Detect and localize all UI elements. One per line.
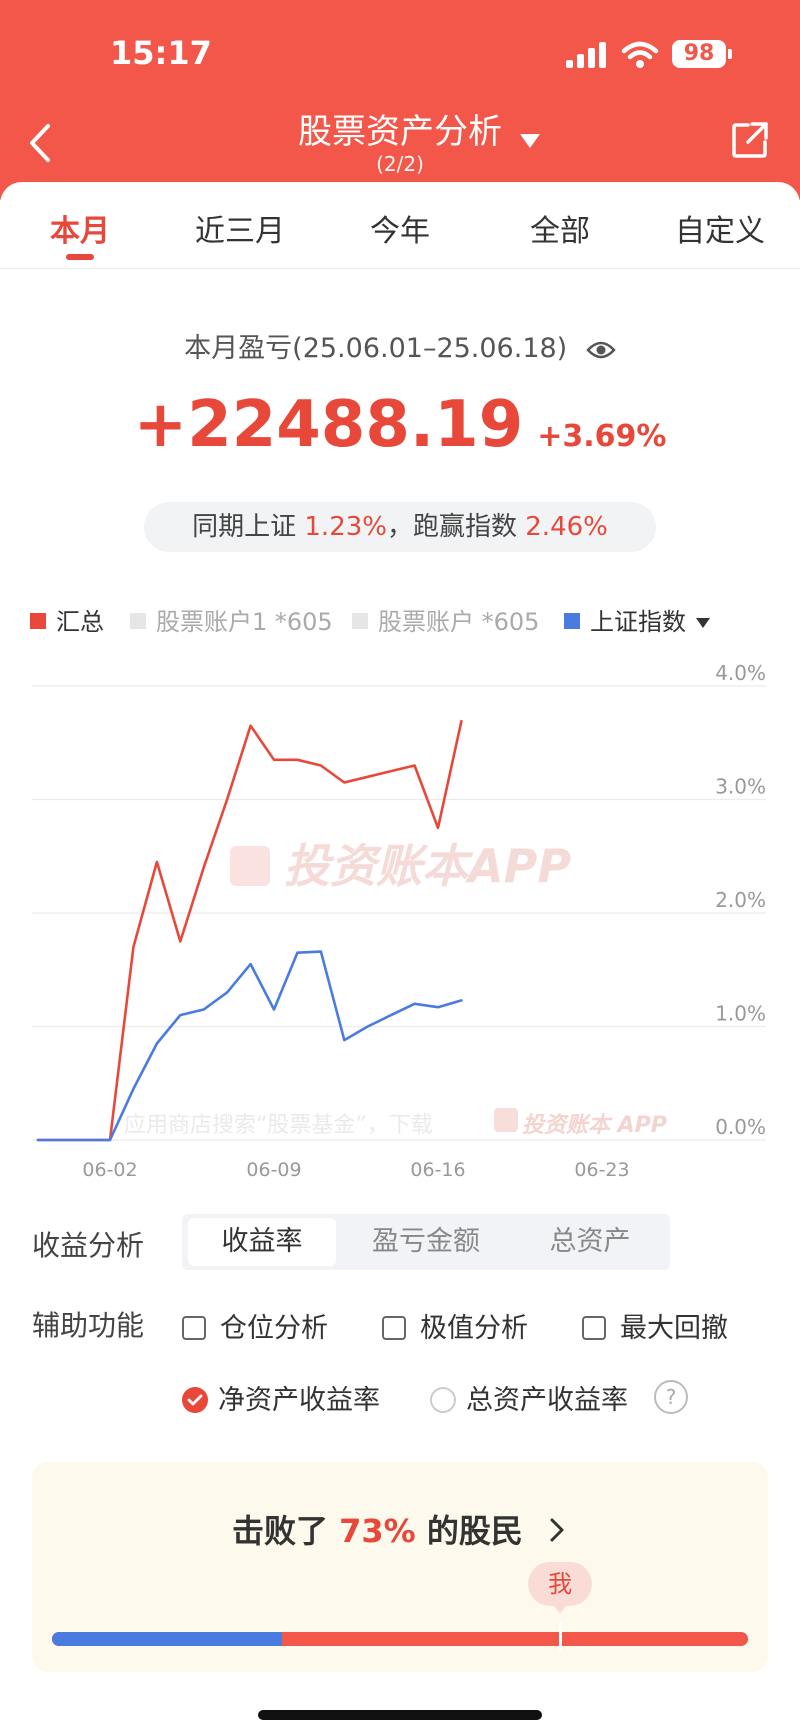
- radio-label-net: 净资产收益率: [218, 1385, 380, 1416]
- x-tick-label: 06-16: [410, 1159, 465, 1181]
- legend-label-shanghai-index: 上证指数: [590, 608, 686, 636]
- checkbox-box-drawdown[interactable]: [582, 1315, 606, 1340]
- checkbox-label-drawdown: 最大回撤: [620, 1313, 728, 1344]
- page-title[interactable]: 股票资产分析: [0, 104, 800, 153]
- beat-suffix: 的股民: [415, 1512, 523, 1550]
- profit-loss-percent: +3.69%: [537, 419, 667, 454]
- legend-account-2[interactable]: 股票账户 *605: [352, 602, 539, 637]
- period-tabs: 本月 近三月 今年 全部 自定义: [0, 182, 800, 269]
- tab-three-months[interactable]: 近三月: [170, 206, 310, 250]
- index-compare-pill: 同期上证 1.23%，跑赢指数 2.46%: [144, 502, 656, 552]
- checkbox-max-drawdown[interactable]: 最大回撤: [582, 1306, 728, 1345]
- y-tick-label: 3.0%: [715, 775, 766, 799]
- profit-loss-label-text: 本月盈亏(25.06.01–25.06.18): [184, 333, 568, 364]
- status-bar: 15:17 98: [0, 0, 800, 100]
- legend-label-account-1: 股票账户1 *605: [156, 608, 333, 636]
- wifi-icon: [621, 41, 659, 68]
- legend-swatch-account-2: [352, 613, 368, 629]
- profit-loss-value-row: +22488.19 +3.69%: [0, 388, 800, 462]
- beat-percent: 73%: [339, 1512, 416, 1550]
- legend-account-1[interactable]: 股票账户1 *605: [130, 602, 333, 637]
- segment-profit-amount[interactable]: 盈亏金额: [352, 1218, 500, 1266]
- legend-total[interactable]: 汇总: [30, 602, 104, 637]
- beat-prefix: 击败了: [231, 1512, 340, 1550]
- aux-label: 辅助功能: [32, 1309, 145, 1342]
- legend-shanghai-index[interactable]: 上证指数: [564, 602, 710, 637]
- ranking-bar: [52, 1632, 748, 1646]
- compare-beat-value: 2.46%: [525, 512, 608, 542]
- beat-ranking-card[interactable]: 击败了 73% 的股民 我: [32, 1462, 768, 1672]
- help-icon[interactable]: ?: [654, 1380, 688, 1414]
- legend-swatch-shanghai-index: [564, 613, 580, 629]
- chevron-right-icon[interactable]: [546, 1516, 568, 1544]
- compare-prefix: 同期上证: [192, 512, 305, 542]
- watermark-logo-icon: [230, 846, 270, 886]
- share-icon[interactable]: [730, 120, 770, 160]
- chart-bottom-watermark-brand: 投资账本 APP: [522, 1113, 667, 1138]
- legend-label-total: 汇总: [56, 608, 104, 636]
- checkbox-box-position[interactable]: [182, 1315, 206, 1340]
- radio-net-asset-return[interactable]: 净资产收益率: [182, 1378, 380, 1417]
- y-tick-label: 1.0%: [715, 1002, 766, 1026]
- profit-loss-label: 本月盈亏(25.06.01–25.06.18): [0, 326, 800, 365]
- chart-watermark: 投资账本APP: [284, 839, 571, 893]
- series-line-shanghai-index: [36, 950, 463, 1142]
- battery-tip: [728, 49, 732, 59]
- my-position-badge: 我: [528, 1562, 593, 1614]
- return-line-chart[interactable]: 4.0% 3.0% 2.0% 1.0% 0.0% 06-02 06-09 06-16 06-23…: [0, 660, 800, 1190]
- home-indicator: [258, 1710, 542, 1720]
- analysis-label: 收益分析: [32, 1229, 145, 1262]
- nav-bar: 股票资产分析 (2/2): [0, 100, 800, 190]
- radio-check-icon[interactable]: [182, 1386, 208, 1413]
- radio-label-total: 总资产收益率: [466, 1385, 628, 1416]
- page-subtitle: (2/2): [376, 152, 424, 176]
- active-tab-indicator: [66, 254, 94, 260]
- y-tick-label: 0.0%: [715, 1115, 766, 1139]
- tab-all[interactable]: 全部: [490, 206, 630, 250]
- battery-icon: 98: [672, 40, 726, 68]
- eye-icon[interactable]: [586, 339, 616, 361]
- compare-index-value: 1.23%: [304, 512, 387, 542]
- page-title-text: 股票资产分析: [298, 112, 502, 152]
- title-dropdown-icon[interactable]: [520, 134, 540, 148]
- radio-total-asset-return[interactable]: 总资产收益率: [430, 1378, 628, 1417]
- segment-total-assets[interactable]: 总资产: [516, 1218, 664, 1266]
- chart-bottom-watermark: 应用商店搜索“股票基金”，下载: [124, 1113, 433, 1138]
- legend-label-account-2: 股票账户 *605: [378, 608, 540, 636]
- beat-text: 击败了 73% 的股民: [32, 1506, 768, 1552]
- y-tick-label: 4.0%: [715, 661, 766, 685]
- profit-loss-value: +22488.19: [133, 388, 524, 462]
- segment-return-rate[interactable]: 收益率: [188, 1218, 336, 1266]
- tab-this-month[interactable]: 本月: [10, 206, 150, 250]
- x-tick-label: 06-02: [82, 1159, 137, 1181]
- ranking-marker-line: [559, 1622, 563, 1652]
- radio-empty-icon[interactable]: [430, 1386, 456, 1413]
- checkbox-box-extreme[interactable]: [382, 1315, 406, 1340]
- checkbox-label-extreme: 极值分析: [420, 1313, 528, 1344]
- legend-swatch-account-1: [130, 613, 146, 629]
- analysis-segmented-control: 收益率 盈亏金额 总资产: [182, 1214, 670, 1270]
- ranking-bar-lower: [52, 1632, 282, 1646]
- x-tick-label: 06-23: [574, 1159, 629, 1181]
- y-tick-label: 2.0%: [715, 888, 766, 912]
- cellular-signal-icon: [566, 42, 608, 68]
- checkbox-extreme-analysis[interactable]: 极值分析: [382, 1306, 528, 1345]
- tab-custom[interactable]: 自定义: [650, 206, 790, 250]
- compare-mid: ，跑赢指数: [387, 512, 526, 542]
- tab-this-year[interactable]: 今年: [330, 206, 470, 250]
- legend-swatch-total: [30, 613, 46, 629]
- checkbox-position-analysis[interactable]: 仓位分析: [182, 1306, 328, 1345]
- series-line-total: [36, 719, 463, 1142]
- bottom-watermark-logo-icon: [494, 1108, 518, 1132]
- status-time: 15:17: [110, 34, 212, 72]
- legend-dropdown-icon[interactable]: [696, 618, 710, 628]
- checkbox-label-position: 仓位分析: [220, 1313, 328, 1344]
- x-tick-label: 06-09: [246, 1159, 301, 1181]
